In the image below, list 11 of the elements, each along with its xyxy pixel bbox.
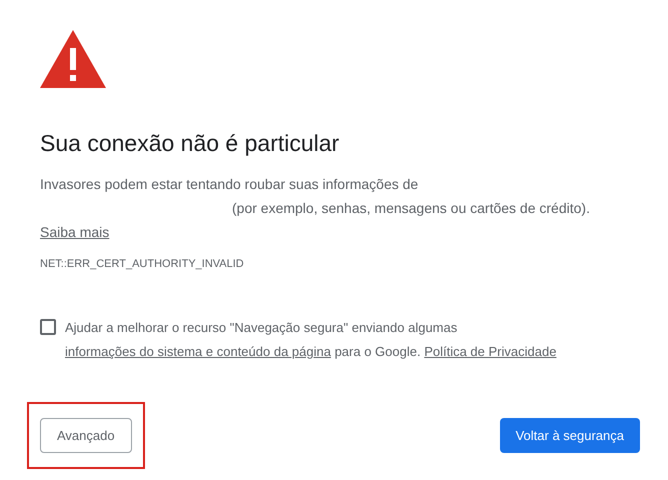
error-code: NET::ERR_CERT_AUTHORITY_INVALID <box>40 257 245 272</box>
learn-more-link[interactable]: Saiba mais <box>40 220 110 244</box>
warning-message: Invasores podem estar tentando roubar suas informações de (por exemplo, senhas, mensagens ou cartões de crédito). <box>40 175 591 218</box>
advanced-button[interactable]: Avançado <box>40 418 132 453</box>
warning-icon <box>40 30 106 88</box>
link[interactable]: informações do sistema e conteúdo da página <box>65 344 331 359</box>
page-title: Sua conexão não é particular <box>40 129 340 158</box>
back-to-safety-button[interactable]: Voltar à segurança <box>500 418 640 453</box>
checkbox[interactable] <box>40 319 56 335</box>
opt-in-text: Ajudar a melhorar o recurso "Navegação segura" enviando algumas informações do sistema e conteúdo da página para o Google. Política de Privacidade <box>65 319 558 361</box>
link[interactable]: Política de Privacidade <box>424 344 556 359</box>
